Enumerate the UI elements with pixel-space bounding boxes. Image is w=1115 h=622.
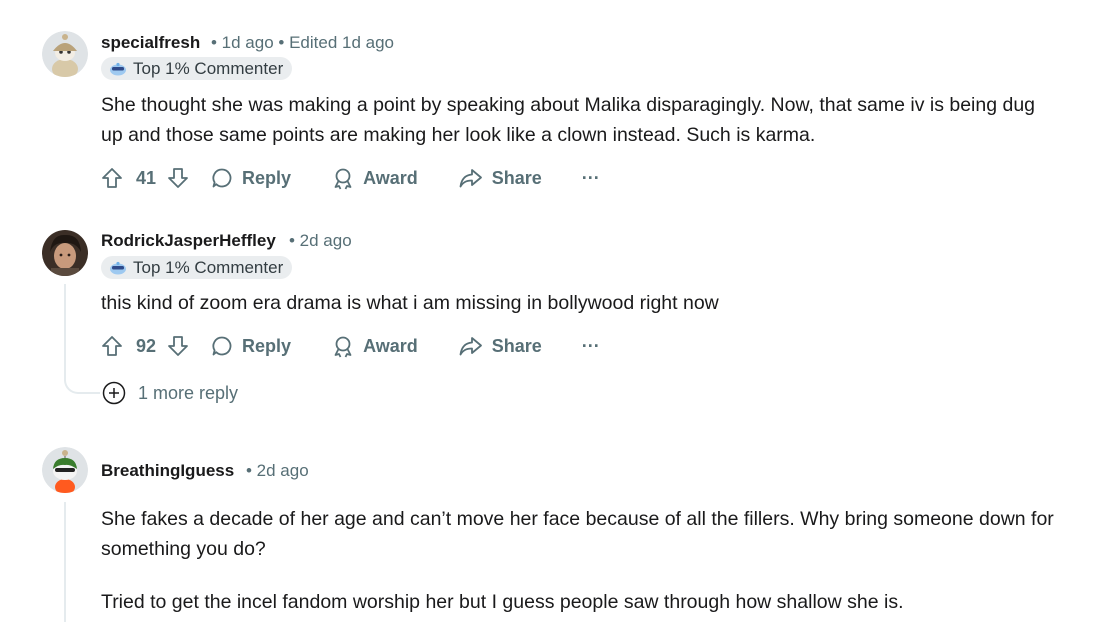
upvote-icon[interactable]	[100, 166, 124, 190]
more-replies-label: 1 more reply	[138, 382, 239, 403]
avatar[interactable]	[42, 31, 88, 77]
more-replies-button[interactable]: 1 more reply	[102, 381, 238, 405]
badge-label: Top 1% Commenter	[133, 58, 284, 78]
reply-label: Reply	[242, 335, 292, 356]
share-label: Share	[491, 167, 542, 188]
comment-actions: 92 Reply Award Share ···	[100, 329, 600, 363]
thread-connector	[64, 370, 100, 394]
comment-timestamp: • 1d ago • Edited 1d ago	[211, 33, 394, 52]
reply-button[interactable]: Reply	[210, 334, 291, 358]
comment-paragraph-line: up and those same points are making her …	[101, 124, 816, 146]
snoo-avatar-icon	[42, 31, 88, 77]
award-icon	[334, 336, 352, 358]
comment-timestamp: • 2d ago	[289, 231, 352, 250]
comment-paragraph-line: Tried to get the incel fandom worship he…	[101, 591, 904, 613]
commenter-badge-icon	[110, 261, 126, 274]
award-label: Award	[363, 335, 418, 356]
comment-paragraph-line: She fakes a decade of her age and can’t …	[101, 508, 1054, 530]
upvote-icon[interactable]	[100, 334, 124, 358]
overflow-icon: ···	[581, 167, 600, 188]
vote-group: 92	[100, 334, 190, 358]
award-icon	[334, 168, 352, 190]
award-button[interactable]: Award	[331, 166, 418, 190]
badge-label: Top 1% Commenter	[133, 257, 284, 277]
expand-plus-icon	[102, 381, 126, 405]
reply-label: Reply	[242, 167, 292, 188]
comment-paragraph-line: something you do?	[101, 538, 266, 560]
comment-icon	[212, 168, 232, 188]
comment-body: She thought she was making a point by sp…	[101, 90, 1035, 150]
vote-count: 92	[136, 335, 157, 356]
commenter-badge-icon	[110, 62, 126, 75]
reply-button[interactable]: Reply	[210, 166, 291, 190]
comment-username[interactable]: specialfresh	[101, 33, 200, 53]
share-button[interactable]: Share	[458, 334, 542, 358]
overflow-menu-button[interactable]: ···	[582, 336, 600, 357]
share-icon	[459, 337, 482, 356]
commenter-badge[interactable]: Top 1% Commenter	[101, 57, 293, 80]
overflow-icon: ···	[581, 335, 600, 356]
snoo-avatar-icon	[42, 447, 88, 493]
share-icon	[459, 169, 482, 188]
comment-username[interactable]: BreathingIguess	[101, 461, 234, 481]
share-button[interactable]: Share	[458, 166, 542, 190]
user-photo-icon	[42, 230, 88, 276]
downvote-icon[interactable]	[166, 166, 190, 190]
award-label: Award	[363, 167, 418, 188]
thread-line[interactable]	[64, 502, 66, 622]
comment-body: She fakes a decade of her age and can’t …	[101, 504, 1054, 617]
award-button[interactable]: Award	[331, 334, 418, 358]
vote-count: 41	[136, 167, 157, 188]
avatar[interactable]	[42, 230, 88, 276]
comment-actions: 41 Reply Award Share ···	[100, 161, 600, 195]
comment-body: this kind of zoom era drama is what i am…	[101, 288, 719, 318]
vote-group: 41	[100, 166, 190, 190]
commenter-badge[interactable]: Top 1% Commenter	[101, 256, 293, 279]
downvote-icon[interactable]	[166, 334, 190, 358]
thread-line[interactable]	[64, 284, 66, 378]
avatar[interactable]	[42, 447, 88, 493]
comment-paragraph-line: this kind of zoom era drama is what i am…	[101, 292, 719, 314]
comment-icon	[212, 336, 232, 356]
comment-paragraph-line: She thought she was making a point by sp…	[101, 94, 1036, 116]
comment-timestamp: • 2d ago	[246, 461, 309, 480]
overflow-menu-button[interactable]: ···	[582, 168, 600, 189]
share-label: Share	[491, 335, 542, 356]
comment-username[interactable]: RodrickJasperHeffley	[101, 231, 276, 251]
